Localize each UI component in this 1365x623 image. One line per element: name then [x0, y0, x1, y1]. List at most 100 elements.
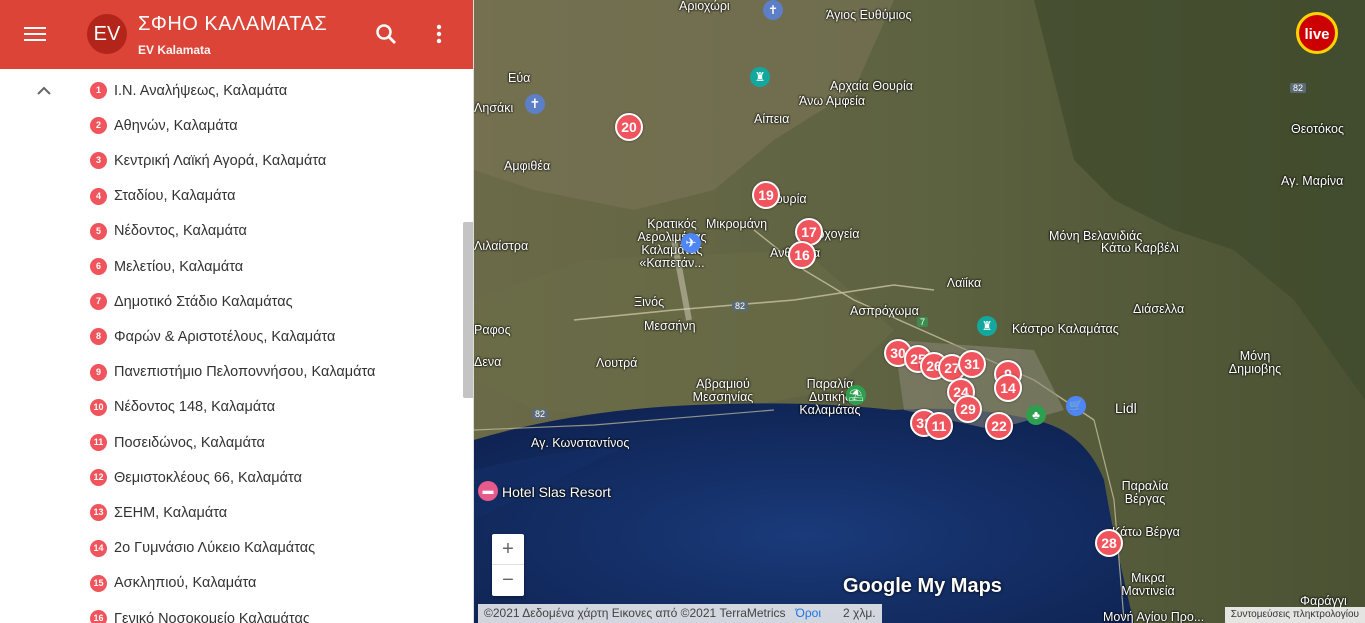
list-item[interactable]: 11 Ποσειδώνος, Καλαμάτα — [90, 425, 265, 460]
place-label: Μεσσήνη — [644, 319, 696, 333]
place-label: Εύα — [508, 71, 531, 85]
map-attribution: ©2021 Δεδομένα χάρτη Εικονες από ©2021 T… — [478, 604, 882, 623]
route-shield-82: 82 — [732, 301, 749, 311]
list-item-label: Θεμιστοκλέους 66, Καλαμάτα — [114, 469, 302, 486]
list-item-label: Γενικό Νοσοκομείο Καλαμάτας — [114, 610, 310, 623]
park-icon[interactable]: ♣ — [1026, 405, 1046, 425]
marker-number-icon: 9 — [90, 363, 107, 381]
list-item[interactable]: 2 Αθηνών, Καλαμάτα — [90, 108, 238, 143]
marker-number-icon: 12 — [90, 469, 107, 487]
church-icon[interactable]: ✝ — [763, 0, 783, 20]
marker-number-icon: 7 — [90, 293, 107, 311]
place-label: Αβραμιού Μεσσηνίας — [692, 377, 754, 404]
map-subtitle: EV Kalamata — [138, 43, 211, 57]
place-label: Άγιος Ευθύμιος — [826, 8, 912, 22]
place-label: Αμφιθέα — [504, 159, 551, 173]
list-item[interactable]: 10 Νέδοντος 148, Καλαμάτα — [90, 390, 275, 425]
marker-number-icon: 6 — [90, 258, 107, 275]
list-item-label: Ποσειδώνος, Καλαμάτα — [114, 434, 265, 451]
keyboard-shortcuts-link[interactable]: Συντομεύσεις πληκτρολογίου — [1224, 607, 1365, 623]
map-marker[interactable]: 31 — [958, 350, 986, 378]
monument-icon[interactable]: ♜ — [750, 67, 770, 87]
zoom-out-button[interactable]: − — [492, 565, 524, 596]
map-marker[interactable]: 20 — [615, 113, 643, 141]
map-view[interactable]: Αριοχώρι Άγιος Ευθύμιος Εύα Αρχαία Θουρία Άν… — [474, 0, 1365, 623]
list-item-label: Νέδοντος 148, Καλαμάτα — [114, 399, 276, 416]
terms-link[interactable]: Όροι — [796, 606, 821, 620]
map-marker[interactable]: 16 — [788, 241, 816, 269]
map-marker[interactable]: 14 — [994, 374, 1022, 402]
marker-number-icon: 5 — [90, 222, 107, 240]
chevron-up-icon[interactable] — [32, 79, 56, 103]
attribution-text: ©2021 Δεδομένα χάρτη Εικονες από ©2021 T… — [484, 606, 786, 620]
place-label: Αίπεια — [754, 112, 790, 126]
sidebar: EV ΣΦΗΟ ΚΑΛΑΜΑΤΑΣ EV Kalamata 1 Ι.Ν. Αναλ… — [0, 0, 474, 623]
list-item-label: Ασκληπιού, Καλαμάτα — [114, 575, 257, 592]
search-icon[interactable] — [372, 20, 400, 48]
place-label: Κάστρο Καλαμάτας — [1012, 322, 1119, 336]
place-label: Ασπρόχωμα — [850, 304, 919, 318]
place-label: Lidl — [1115, 400, 1137, 416]
place-label: Κάτω Βέργα — [1112, 525, 1180, 539]
marker-number-icon: 3 — [90, 152, 107, 170]
layer-list: 1 Ι.Ν. Αναλήψεως, Καλαμάτα 2 Αθηνών, Καλαμά… — [0, 69, 462, 623]
list-item[interactable]: 13 ΣΕΗΜ, Καλαμάτα — [90, 495, 227, 530]
marker-number-icon: 11 — [90, 434, 107, 451]
place-label: Άνω Αμφεία — [799, 94, 866, 108]
list-item[interactable]: 6 Μελετίου, Καλαμάτα — [90, 249, 243, 284]
marker-number-icon: 1 — [90, 82, 107, 99]
hamburger-menu-icon[interactable] — [20, 20, 50, 50]
place-label: Αγ. Μαρίνα — [1281, 174, 1344, 188]
zoom-in-button[interactable]: + — [492, 534, 524, 565]
marker-number-icon: 10 — [90, 398, 107, 416]
list-item-label: Δημοτικό Στάδιο Καλαμάτας — [114, 293, 293, 310]
place-label: Μικρα Μαντινεία — [1121, 571, 1175, 598]
map-marker[interactable]: 22 — [985, 412, 1013, 440]
scale-label: 2 χλμ. — [843, 606, 876, 620]
hotel-icon[interactable]: ▬ — [478, 481, 498, 501]
church-icon[interactable]: ✝ — [525, 94, 545, 114]
place-label: Λησάκι — [474, 101, 514, 115]
list-item[interactable]: 12 Θεμιστοκλέους 66, Καλαμάτα — [90, 460, 302, 495]
list-item[interactable]: 14 2ο Γυμνάσιο Λύκειο Καλαμάτας — [90, 531, 315, 566]
list-item[interactable]: 1 Ι.Ν. Αναλήψεως, Καλαμάτα — [90, 73, 287, 108]
more-vert-icon[interactable] — [425, 20, 453, 48]
marker-number-icon: 16 — [90, 610, 107, 623]
marker-number-icon: 4 — [90, 187, 107, 205]
list-item[interactable]: 4 Σταδίου, Καλαμάτα — [90, 179, 235, 214]
place-label: Λιλαίστρα — [474, 239, 529, 253]
castle-icon[interactable]: ♜ — [977, 316, 997, 336]
marker-number-icon: 14 — [90, 539, 107, 557]
list-item[interactable]: 16 Γενικό Νοσοκομείο Καλαμάτας — [90, 601, 310, 623]
place-label: Ξινός — [634, 295, 665, 309]
map-marker[interactable]: 19 — [752, 181, 780, 209]
place-label: Αρχαία Θουρία — [830, 79, 914, 93]
map-marker[interactable]: 11 — [925, 412, 953, 440]
beach-icon[interactable]: ⛱ — [846, 385, 866, 405]
list-item-label: Ι.Ν. Αναλήψεως, Καλαμάτα — [114, 82, 288, 99]
map-marker[interactable]: 28 — [1095, 529, 1123, 557]
map-avatar: EV — [87, 14, 127, 54]
place-label: Hotel Slas Resort — [502, 484, 611, 500]
place-label: Αγ. Κωνσταντίνος — [531, 436, 630, 450]
place-label: Μόνη Δημιοβης — [1228, 349, 1282, 376]
place-label: Κάτω Καρβέλι — [1101, 241, 1179, 255]
list-scrollbar[interactable] — [463, 222, 473, 398]
place-label: Λαϊίκα — [946, 276, 982, 290]
place-label: Δενα — [474, 355, 502, 369]
satellite-imagery — [474, 0, 1365, 623]
shopping-cart-icon[interactable]: 🛒 — [1066, 396, 1086, 416]
list-item[interactable]: 9 Πανεπιστήμιο Πελοποννήσου, Καλαμάτα — [90, 355, 375, 390]
list-item[interactable]: 5 Νέδοντος, Καλαμάτα — [90, 214, 247, 249]
airport-icon[interactable]: ✈ — [681, 233, 701, 253]
marker-number-icon: 13 — [90, 504, 107, 522]
list-item-label: Νέδοντος, Καλαμάτα — [114, 223, 247, 240]
map-marker[interactable]: 29 — [954, 395, 982, 423]
list-item[interactable]: 7 Δημοτικό Στάδιο Καλαμάτας — [90, 284, 293, 319]
list-item[interactable]: 3 Κεντρική Λαϊκή Αγορά, Καλαμάτα — [90, 143, 326, 178]
list-item-label: Φαρών & Αριστοτέλους, Καλαμάτα — [114, 328, 336, 345]
list-item[interactable]: 15 Ασκληπιού, Καλαμάτα — [90, 566, 256, 601]
marker-number-icon: 15 — [90, 574, 107, 592]
route-shield-82: 82 — [1290, 83, 1307, 93]
list-item[interactable]: 8 Φαρών & Αριστοτέλους, Καλαμάτα — [90, 319, 335, 354]
